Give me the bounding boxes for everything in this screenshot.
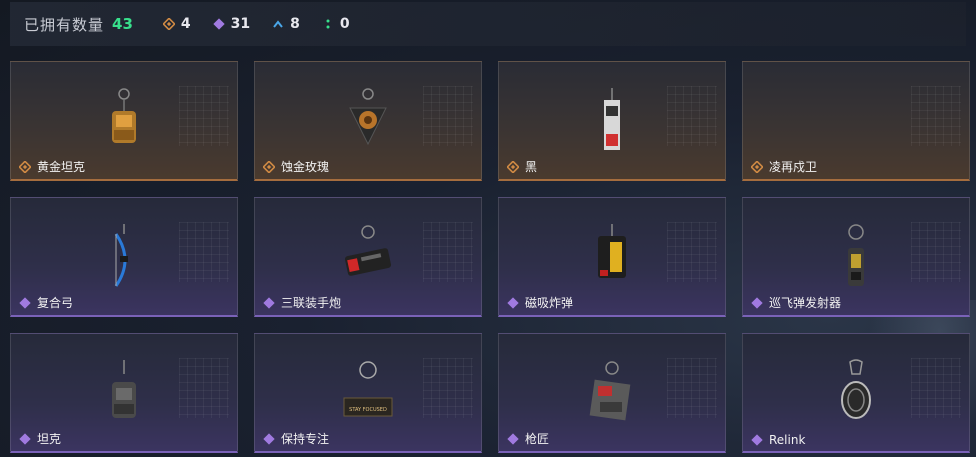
owned-count-value: 43 [112, 15, 133, 33]
card-pattern [911, 86, 961, 146]
relink-charm-icon [841, 359, 871, 419]
charm-name: 磁吸炸弹 [525, 296, 574, 310]
gold-rarity-icon [162, 17, 176, 31]
purple-rarity-icon [19, 432, 31, 445]
charm-name-row: 蚀金玫瑰 [263, 158, 329, 175]
charm-name: 黑 [525, 160, 538, 174]
rarity-count-green: 0 [322, 16, 350, 32]
charm-name-row: 黄金坦克 [19, 158, 85, 175]
card-pattern [911, 222, 961, 282]
card-pattern [423, 86, 473, 146]
gold-tank-charm-icon [112, 88, 136, 143]
card-pattern [911, 358, 961, 418]
card-pattern [423, 358, 473, 418]
charm-card[interactable]: 三联装手炮 [254, 197, 482, 317]
green-rarity-count: 0 [339, 16, 350, 32]
loitering-launcher-charm-icon [848, 224, 864, 286]
purple-rarity-icon [263, 432, 275, 445]
purple-rarity-icon [751, 434, 763, 446]
purple-rarity-count: 31 [230, 16, 251, 32]
purple-rarity-icon [507, 296, 519, 309]
inventory-summary-bar: 已拥有数量 43 4 31 8 0 [10, 2, 966, 46]
charm-name-row: 复合弓 [19, 294, 73, 311]
charm-card[interactable]: 枪匠 [498, 333, 726, 453]
tank-charm-icon [112, 360, 136, 418]
owned-count-label: 已拥有数量 [24, 15, 105, 34]
stay-focused-text: STAY FOCUSED [349, 407, 387, 413]
charm-card[interactable]: 坦克 [10, 333, 238, 453]
card-pattern [179, 358, 229, 418]
gold-rarity-icon [263, 160, 275, 173]
charm-name: 枪匠 [525, 432, 550, 446]
hand-cannon-charm-icon [344, 225, 392, 276]
blue-rarity-icon [272, 18, 284, 30]
card-pattern [667, 222, 717, 282]
charm-name: 黄金坦克 [37, 160, 86, 174]
charm-name: 保持专注 [281, 432, 330, 446]
charm-card[interactable]: 巡飞弹发射器 [742, 197, 970, 317]
charm-name-row: 黑 [507, 158, 537, 175]
charm-card[interactable]: 磁吸炸弹 [498, 197, 726, 317]
rose-charm-icon [349, 88, 387, 146]
purple-rarity-icon [507, 432, 519, 445]
charm-name-row: 坦克 [19, 430, 61, 447]
rarity-count-purple: 31 [212, 16, 251, 32]
card-pattern [423, 222, 473, 282]
charm-name-row: 凌再戍卫 [751, 158, 817, 175]
charm-name: 蚀金玫瑰 [281, 160, 330, 174]
charm-name: 坦克 [37, 432, 62, 446]
purple-rarity-icon [263, 296, 275, 309]
charm-name: Relink [769, 433, 806, 447]
gold-rarity-icon [751, 160, 763, 173]
charm-name: 三联装手炮 [281, 296, 342, 310]
card-pattern [179, 86, 229, 146]
charm-name-row: 三联装手炮 [263, 294, 341, 311]
charm-name-row: 巡飞弹发射器 [751, 294, 841, 311]
charm-card[interactable]: Relink [742, 333, 970, 453]
green-rarity-icon [322, 18, 334, 30]
charm-grid: 黄金坦克 蚀金玫瑰 黑 凌再戍卫 复合弓 三联装手炮 磁吸炸弹 巡飞弹发射器 坦… [10, 61, 970, 453]
bow-charm-icon [114, 224, 128, 287]
rarity-count-gold: 4 [162, 16, 191, 32]
card-pattern [667, 358, 717, 418]
gold-rarity-icon [507, 160, 519, 173]
blue-rarity-count: 8 [290, 16, 300, 32]
black-tag-charm-icon [604, 88, 620, 150]
charm-name-row: 保持专注 [263, 430, 329, 447]
card-pattern [667, 86, 717, 146]
purple-rarity-icon [751, 296, 763, 309]
card-pattern [179, 222, 229, 282]
charm-card[interactable]: 凌再戍卫 [742, 61, 970, 181]
magnet-bomb-charm-icon [598, 224, 626, 278]
charm-card[interactable]: STAY FOCUSED 保持专注 [254, 333, 482, 453]
gold-rarity-icon [19, 160, 31, 173]
charm-name: 复合弓 [37, 296, 74, 310]
gold-rarity-count: 4 [180, 16, 191, 32]
charm-name: 巡飞弹发射器 [769, 296, 842, 310]
purple-rarity-icon [212, 18, 225, 30]
charm-name-row: Relink [751, 433, 805, 447]
gunsmith-charm-icon [589, 361, 631, 421]
charm-card[interactable]: 复合弓 [10, 197, 238, 317]
charm-name-row: 枪匠 [507, 430, 549, 447]
charm-card[interactable]: 蚀金玫瑰 [254, 61, 482, 181]
charm-name: 凌再戍卫 [769, 160, 818, 174]
stay-focused-charm-icon: STAY FOCUSED [343, 361, 393, 417]
charm-name-row: 磁吸炸弹 [507, 294, 573, 311]
charm-card[interactable]: 黑 [498, 61, 726, 181]
purple-rarity-icon [19, 296, 31, 309]
charm-card[interactable]: 黄金坦克 [10, 61, 238, 181]
rarity-count-blue: 8 [272, 16, 300, 32]
